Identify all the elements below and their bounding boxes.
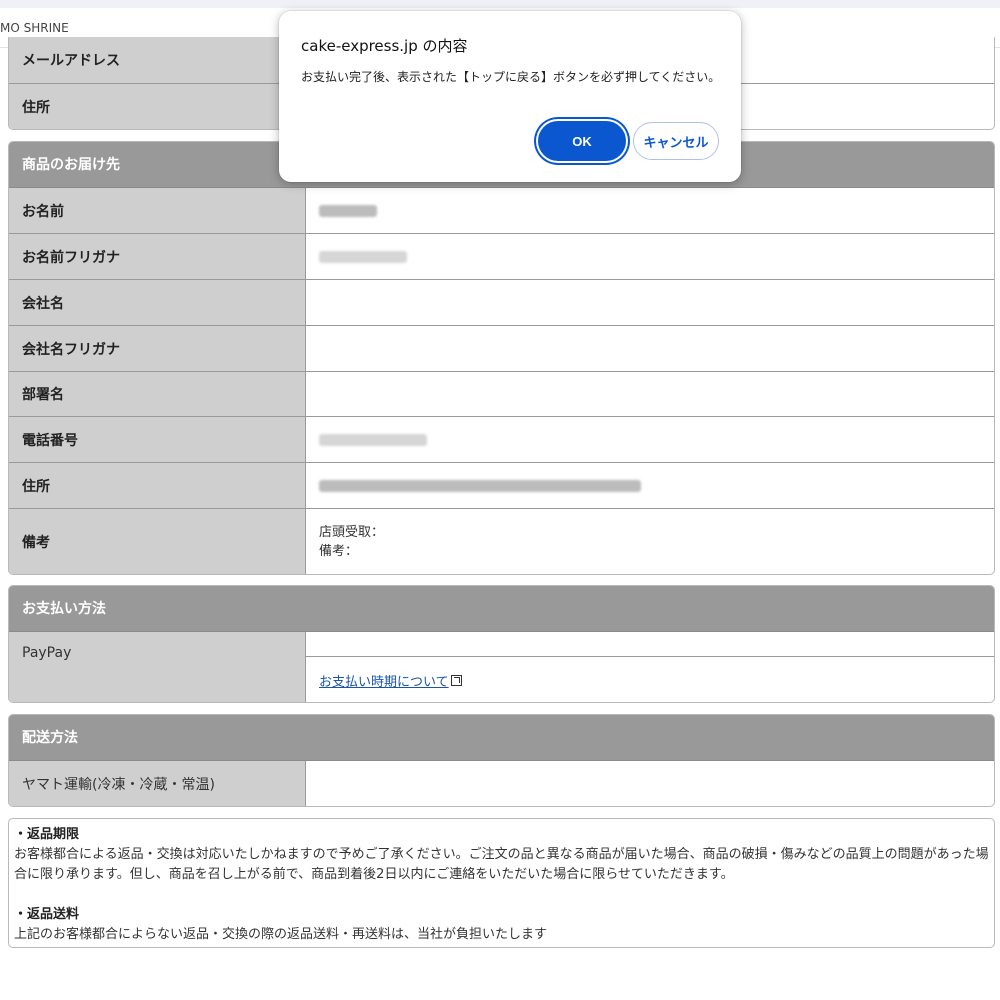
row-label: お名前: [9, 188, 306, 233]
payment-heading: お支払い方法: [9, 586, 994, 632]
confirm-dialog: cake-express.jp の内容 お支払い完了後、表示された【トップに戻る…: [279, 11, 741, 182]
remarks-line: 備考：: [319, 543, 359, 559]
row-value: 店頭受取： 備考：: [306, 509, 994, 574]
delivery-row-name-kana: お名前フリガナ: [9, 234, 994, 280]
payment-method: PayPay: [9, 632, 306, 702]
redacted-value: [306, 417, 994, 462]
payment-method-label: PayPay: [22, 645, 72, 661]
site-label: MO SHRINE: [0, 21, 69, 35]
row-value: [306, 326, 994, 371]
payment-timing-link[interactable]: お支払い時期について: [319, 671, 449, 690]
row-value: [306, 372, 994, 416]
payment-blank-cell: [306, 632, 994, 657]
shipping-heading: 配送方法: [9, 715, 994, 761]
delivery-row-remarks: 備考 店頭受取： 備考：: [9, 509, 994, 574]
row-label: お名前フリガナ: [9, 234, 306, 279]
row-label: 住所: [9, 463, 306, 508]
cancel-button[interactable]: キャンセル: [633, 122, 719, 160]
row-label: メールアドレス: [9, 37, 306, 83]
row-label: 部署名: [9, 372, 306, 416]
shipping-row: ヤマト運輸(冷凍・冷蔵・常温): [9, 761, 994, 806]
row-value: [306, 761, 994, 806]
row-label: 電話番号: [9, 417, 306, 462]
ok-button[interactable]: OK: [538, 121, 626, 161]
delivery-section: 商品のお届け先 お名前 お名前フリガナ 会社名 会社名フリガナ 部署名 電話番号…: [8, 141, 995, 575]
payment-row: PayPay お支払い時期について: [9, 632, 994, 702]
row-value: [306, 280, 994, 325]
payment-section: お支払い方法 PayPay お支払い時期について: [8, 585, 995, 703]
pickup-line: 店頭受取：: [319, 524, 385, 540]
payment-value: お支払い時期について: [306, 632, 994, 702]
shipping-method: ヤマト運輸(冷凍・冷蔵・常温): [9, 761, 306, 806]
return-shipping-title: ・返品送料: [14, 907, 80, 922]
delivery-row-company-kana: 会社名フリガナ: [9, 326, 994, 372]
dialog-message: お支払い完了後、表示された【トップに戻る】ボタンを必ず押してください。: [301, 70, 721, 84]
return-shipping-text: 上記のお客様都合によらない返品・交換の際の返品送料・再送料は、当社が負担いたしま…: [14, 927, 548, 942]
delivery-row-phone: 電話番号: [9, 417, 994, 463]
redacted-value: [306, 234, 994, 279]
dialog-title: cake-express.jp の内容: [301, 37, 468, 55]
delivery-row-name: お名前: [9, 188, 994, 234]
return-period-text: お客様都合による返品・交換は対応いたしかねますので予めご了承ください。ご注文の品…: [14, 847, 989, 882]
delivery-row-company: 会社名: [9, 280, 994, 326]
external-link-icon[interactable]: [450, 674, 462, 686]
row-label: 会社名: [9, 280, 306, 325]
payment-link-cell: お支払い時期について: [306, 657, 994, 702]
row-label: 会社名フリガナ: [9, 326, 306, 371]
shipping-section: 配送方法 ヤマト運輸(冷凍・冷蔵・常温): [8, 714, 995, 807]
delivery-row-department: 部署名: [9, 372, 994, 417]
redacted-value: [306, 188, 994, 233]
row-label: 住所: [9, 84, 306, 129]
redacted-value: [306, 463, 994, 508]
return-period-title: ・返品期限: [14, 827, 80, 842]
delivery-row-address: 住所: [9, 463, 994, 509]
row-label: 備考: [9, 509, 306, 574]
returns-note: ・返品期限 お客様都合による返品・交換は対応いたしかねますので予めご了承ください…: [8, 818, 995, 948]
browser-top-band: [0, 0, 1000, 8]
